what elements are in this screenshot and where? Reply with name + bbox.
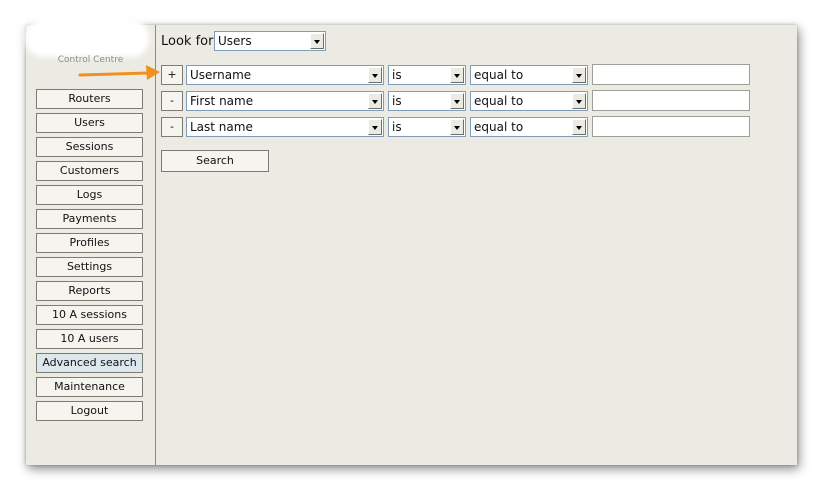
annotation-arrow-icon — [78, 65, 160, 80]
